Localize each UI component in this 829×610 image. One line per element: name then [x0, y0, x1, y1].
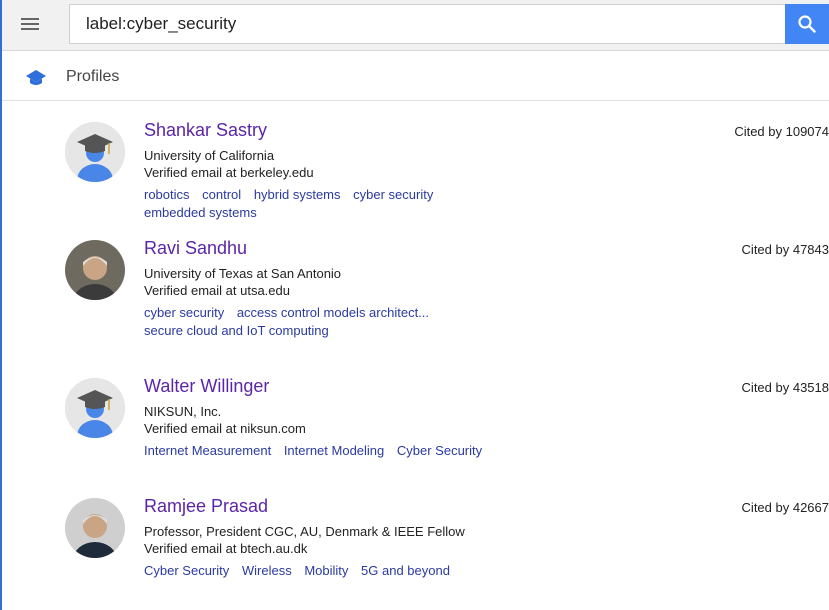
profile-verified-email: Verified email at berkeley.edu [144, 165, 314, 180]
profile-interest-tags: Cyber Security Wireless Mobility 5G and … [144, 562, 504, 580]
profile-row: Ravi Sandhu University of Texas at San An… [0, 238, 829, 350]
profile-interest-tags: robotics control hybrid systems cyber se… [144, 186, 504, 222]
interest-tag-link[interactable]: Internet Measurement [144, 443, 271, 458]
interest-tag-link[interactable]: cyber security [353, 187, 433, 202]
interest-tag-link[interactable]: Wireless [242, 563, 292, 578]
profile-name-link[interactable]: Ravi Sandhu [144, 238, 247, 259]
interest-tag-link[interactable]: 5G and beyond [361, 563, 450, 578]
profile-row: Walter Willinger NIKSUN, Inc. Verified ema… [0, 376, 829, 488]
profiles-section-header: Profiles [2, 58, 829, 101]
cited-by-count[interactable]: Cited by 43518 [742, 380, 829, 395]
profile-affiliation: NIKSUN, Inc. [144, 404, 222, 419]
interest-tag-link[interactable]: hybrid systems [254, 187, 341, 202]
section-title: Profiles [66, 68, 120, 85]
interest-tag-link[interactable]: Internet Modeling [284, 443, 384, 458]
interest-tag-link[interactable]: robotics [144, 187, 190, 202]
cited-by-count[interactable]: Cited by 42667 [742, 500, 829, 515]
cited-by-count[interactable]: Cited by 47843 [742, 242, 829, 257]
profile-verified-email: Verified email at niksun.com [144, 421, 306, 436]
profile-affiliation: University of Texas at San Antonio [144, 266, 342, 281]
profile-name-link[interactable]: Shankar Sastry [144, 120, 267, 141]
profile-verified-email: Verified email at utsa.edu [144, 283, 290, 298]
profile-interest-tags: Internet Measurement Internet Modeling C… [144, 442, 504, 460]
avatar[interactable] [65, 378, 125, 438]
cited-by-count[interactable]: Cited by 109074 [734, 124, 829, 139]
interest-tag-link[interactable]: cyber security [144, 305, 224, 320]
menu-icon[interactable] [18, 14, 42, 34]
profile-name-link[interactable]: Ramjee Prasad [144, 496, 268, 517]
interest-tag-link[interactable]: Cyber Security [397, 443, 482, 458]
search-box [69, 4, 787, 44]
top-search-bar [2, 0, 829, 51]
profile-verified-email: Verified email at btech.au.dk [144, 541, 308, 556]
search-icon [798, 15, 816, 33]
profile-affiliation: University of California [144, 148, 275, 163]
interest-tag-link[interactable]: access control models architect... [237, 305, 429, 320]
interest-tag-link[interactable]: Mobility [304, 563, 348, 578]
profile-row: Ramjee Prasad Professor, President CGC, A… [0, 496, 829, 608]
avatar[interactable] [65, 498, 125, 558]
avatar[interactable] [65, 240, 125, 300]
search-input[interactable] [70, 5, 787, 43]
interest-tag-link[interactable]: Cyber Security [144, 563, 229, 578]
profile-interest-tags: cyber security access control models arc… [144, 304, 504, 340]
interest-tag-link[interactable]: embedded systems [144, 205, 257, 220]
profile-affiliation: Professor, President CGC, AU, Denmark & … [144, 524, 465, 539]
avatar[interactable] [65, 122, 125, 182]
search-button[interactable] [785, 4, 829, 44]
interest-tag-link[interactable]: secure cloud and IoT computing [144, 323, 329, 338]
interest-tag-link[interactable]: control [202, 187, 241, 202]
profile-row: Shankar Sastry University of California Ve… [0, 120, 829, 232]
profile-name-link[interactable]: Walter Willinger [144, 376, 269, 397]
graduation-cap-icon [26, 70, 46, 85]
